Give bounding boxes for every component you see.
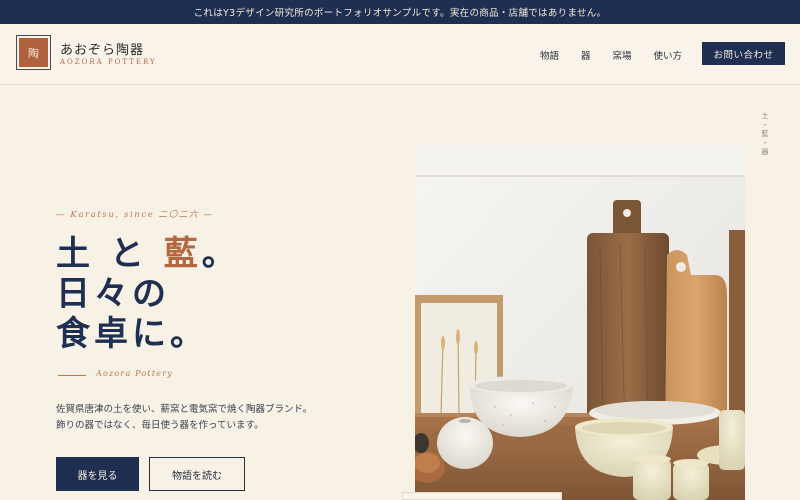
site-notice-bar: これはY3デザイン研究所のポートフォリオサンプルです。実在の商品・店舗ではありま… — [0, 0, 800, 24]
vertical-side-note: 土・藍・器 — [761, 112, 769, 157]
nav-item-story[interactable]: 物語 — [540, 48, 559, 62]
hero-signature: Aozora Pottery — [96, 369, 173, 378]
headline-text: 。 — [201, 234, 240, 274]
hero-caption-card — [402, 492, 562, 500]
hero-product-photo — [415, 145, 745, 500]
description-line: 佐賀県唐津の土を使い、薪窯と電気窯で焼く陶器ブランド。 — [56, 404, 313, 415]
site-header: 陶 あおぞら陶器 AOZORA POTTERY 物語 器 窯場 使い方 お問い合… — [0, 24, 800, 85]
nav-item-kiln[interactable]: 窯場 — [612, 48, 631, 62]
read-story-button[interactable]: 物語を読む — [149, 457, 245, 491]
hero-description: 佐賀県唐津の土を使い、薪窯と電気窯で焼く陶器ブランド。 飾りの器ではなく、毎日使… — [56, 402, 312, 434]
notice-text: これはY3デザイン研究所のポートフォリオサンプルです。実在の商品・店舗ではありま… — [193, 8, 607, 19]
headline-text: 土 と — [56, 234, 164, 274]
headline-line-2: 日々の — [56, 274, 170, 314]
headline-line-3: 食卓に。 — [56, 314, 208, 354]
signature-rule — [58, 375, 86, 376]
headline-accent: 藍 — [163, 234, 202, 274]
nav-item-vessels[interactable]: 器 — [581, 48, 591, 62]
hero-eyebrow: — Karatsu, since 二〇二六 — — [56, 210, 214, 220]
brand-subtitle: AOZORA POTTERY — [60, 58, 157, 66]
contact-button[interactable]: お問い合わせ — [702, 42, 785, 65]
brand-name[interactable]: あおぞら陶器 — [60, 39, 144, 58]
logo-mark[interactable]: 陶 — [16, 35, 51, 70]
global-nav: 物語 器 窯場 使い方 — [540, 48, 682, 62]
headline-line-1: 土 と 藍。 — [56, 234, 240, 274]
description-line: 飾りの器ではなく、毎日使う器を作っています。 — [56, 420, 264, 431]
logo-glyph: 陶 — [19, 38, 48, 67]
nav-item-usage[interactable]: 使い方 — [653, 48, 682, 62]
hero-headline: 土 と 藍。 日々の 食卓に。 — [56, 234, 240, 354]
view-vessels-button[interactable]: 器を見る — [56, 457, 139, 491]
